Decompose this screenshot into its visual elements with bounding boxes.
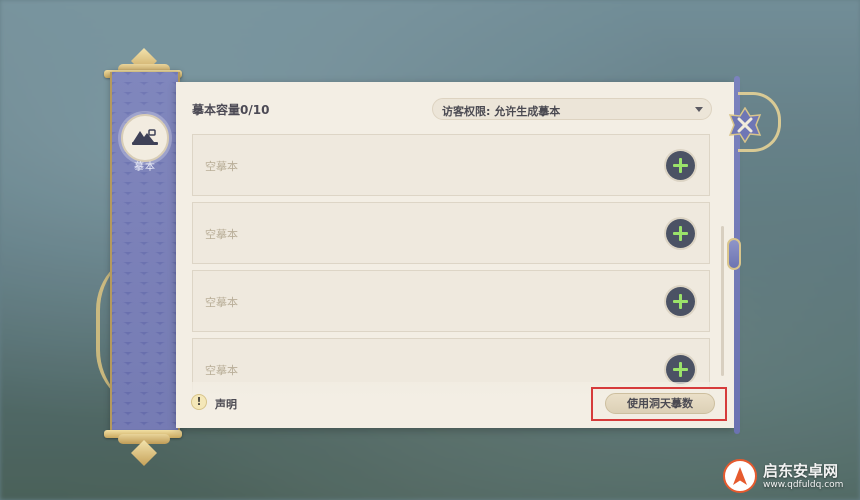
- blueprint-slot: 空摹本: [192, 270, 710, 332]
- blueprint-slot: 空摹本: [192, 202, 710, 264]
- add-blueprint-button[interactable]: [666, 287, 695, 316]
- add-blueprint-button[interactable]: [666, 151, 695, 180]
- tab-blueprint[interactable]: [121, 114, 169, 162]
- blueprint-slot: 空摹本: [192, 134, 710, 196]
- visitor-permission-value: 访客权限: 允许生成摹本: [442, 105, 561, 118]
- sidebar-tab-label: 摹本: [134, 162, 156, 173]
- slot-label: 空摹本: [205, 160, 238, 173]
- blueprint-icon: [132, 129, 158, 145]
- slot-label: 空摹本: [205, 364, 238, 377]
- site-watermark: 启东安卓网 www.qdfuldq.com: [723, 457, 857, 497]
- watermark-logo-icon: [723, 459, 757, 493]
- exclamation-icon[interactable]: !: [191, 394, 207, 410]
- watermark-title: 启东安卓网: [763, 462, 839, 480]
- slot-label: 空摹本: [205, 296, 238, 309]
- add-blueprint-button[interactable]: [666, 355, 695, 384]
- annotation-highlight-box: [591, 387, 727, 421]
- capacity-label: 摹本容量0/10: [192, 103, 270, 117]
- close-button[interactable]: [727, 106, 763, 144]
- close-icon: [728, 106, 762, 144]
- panel-side-handle: [727, 238, 741, 270]
- list-scrollbar[interactable]: [721, 226, 724, 376]
- notice-link[interactable]: 声明: [215, 396, 237, 412]
- chevron-down-icon: [695, 107, 703, 112]
- visitor-permission-dropdown[interactable]: 访客权限: 允许生成摹本: [432, 98, 712, 120]
- watermark-url: www.qdfuldq.com: [763, 480, 844, 490]
- slot-label: 空摹本: [205, 228, 238, 241]
- add-blueprint-button[interactable]: [666, 219, 695, 248]
